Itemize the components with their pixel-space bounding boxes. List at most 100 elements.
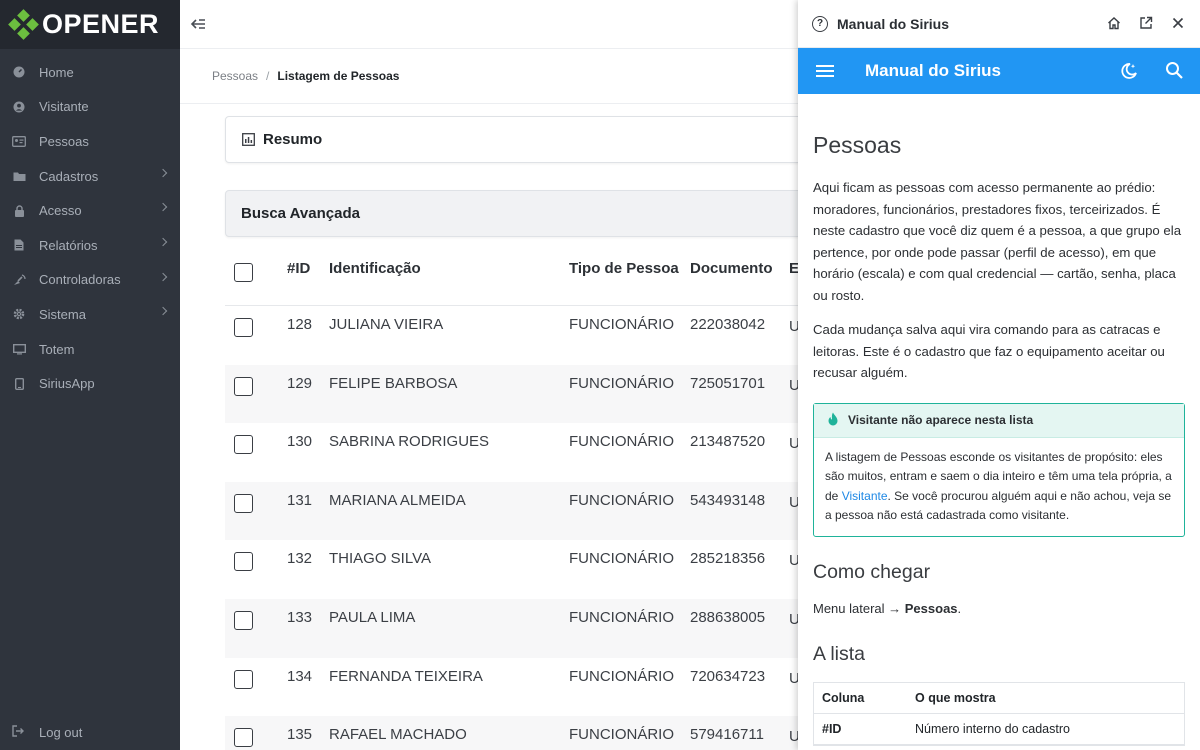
row-name: RAFAEL MACHADO bbox=[329, 726, 467, 744]
chevron-right-icon bbox=[158, 272, 168, 281]
como-chegar-prefix: Menu lateral → bbox=[813, 600, 905, 616]
row-id: 131 bbox=[287, 491, 313, 509]
admonition-body: A listagem de Pessoas esconde os visitan… bbox=[814, 438, 1184, 536]
table-row[interactable]: 131 MARIANA ALMEIDA FUNCIONÁRIO 54349314… bbox=[225, 481, 845, 541]
sidebar-item-acesso[interactable]: Acesso bbox=[0, 193, 180, 228]
row-id: 134 bbox=[287, 667, 313, 685]
row-checkbox[interactable] bbox=[234, 552, 253, 572]
row-name: JULIANA VIEIRA bbox=[329, 316, 444, 333]
flame-icon bbox=[827, 412, 839, 429]
row-id: 135 bbox=[287, 726, 313, 744]
row-tipo: FUNCIONÁRIO bbox=[569, 491, 674, 509]
table-row[interactable]: 130 SABRINA RODRIGUES FUNCIONÁRIO 213487… bbox=[225, 423, 845, 482]
doc-table-cell: #ID bbox=[822, 721, 842, 736]
satellite-icon bbox=[12, 274, 26, 286]
row-name: SABRINA RODRIGUES bbox=[329, 433, 490, 451]
row-documento: 543493148 bbox=[690, 491, 766, 509]
breadcrumb-parent[interactable]: Pessoas bbox=[212, 69, 258, 83]
sidebar-item-controladoras[interactable]: Controladoras bbox=[0, 263, 180, 298]
column-header-tipo[interactable]: Tipo de Pessoa bbox=[569, 258, 679, 280]
table-row[interactable]: 129 FELIPE BARBOSA FUNCIONÁRIO 725051701… bbox=[225, 364, 845, 424]
row-checkbox[interactable] bbox=[234, 435, 253, 455]
visitante-link[interactable]: Visitante bbox=[842, 489, 888, 503]
logout-label: Log out bbox=[39, 725, 83, 740]
sidebar-item-label: Controladoras bbox=[39, 272, 121, 288]
lock-icon bbox=[12, 204, 26, 217]
row-name: MARIANA ALMEIDA bbox=[329, 491, 466, 509]
row-checkbox[interactable] bbox=[234, 728, 253, 748]
row-id: 132 bbox=[287, 550, 313, 568]
folder-icon bbox=[12, 170, 26, 182]
chevron-right-icon bbox=[158, 168, 168, 178]
sidebar-item-siriusapp[interactable]: SiriusApp bbox=[0, 366, 180, 401]
sidebar-item-label: Sistema bbox=[39, 306, 86, 322]
breadcrumb-separator: / bbox=[266, 69, 270, 83]
row-documento: 725051701 bbox=[690, 374, 766, 392]
sidebar-item-pessoas[interactable]: Pessoas bbox=[0, 124, 180, 159]
row-documento: 285218356 bbox=[690, 550, 766, 568]
sidebar-item-totem[interactable]: Totem bbox=[0, 332, 180, 367]
logout-icon bbox=[12, 725, 26, 740]
select-all-checkbox[interactable] bbox=[234, 263, 253, 282]
close-icon[interactable] bbox=[1170, 15, 1186, 31]
open-external-icon[interactable] bbox=[1138, 15, 1154, 31]
gear-icon bbox=[12, 308, 26, 320]
sidebar-item-label: Relatórios bbox=[39, 237, 98, 253]
report-icon bbox=[12, 239, 26, 251]
table-row[interactable]: 133 PAULA LIMA FUNCIONÁRIO 288638005 U 1 bbox=[225, 598, 845, 658]
gauge-icon bbox=[12, 66, 26, 78]
row-checkbox[interactable] bbox=[234, 376, 253, 396]
doc-subheading-como-chegar: Como chegar bbox=[813, 560, 931, 583]
brand[interactable]: OPENER bbox=[0, 0, 180, 49]
home-icon[interactable] bbox=[1106, 15, 1122, 31]
doc-toolbar: Manual do Sirius bbox=[798, 48, 1200, 94]
row-checkbox[interactable] bbox=[234, 669, 253, 689]
doc-table-header-cell: Coluna bbox=[822, 690, 865, 705]
search-icon[interactable] bbox=[1165, 61, 1184, 86]
admonition-title: Visitante não aparece nesta lista bbox=[814, 403, 1184, 438]
table-row[interactable]: 135 RAFAEL MACHADO FUNCIONÁRIO 579416711… bbox=[225, 716, 845, 750]
sidebar-item-label: SiriusApp bbox=[39, 376, 95, 392]
column-header-id[interactable]: #ID bbox=[287, 258, 310, 280]
doc-table-header-cell: O que mostra bbox=[915, 690, 996, 705]
help-panel-actions bbox=[1106, 15, 1186, 31]
doc-table-header: Coluna O que mostra bbox=[814, 683, 1184, 714]
logout-link[interactable]: Log out bbox=[12, 725, 82, 740]
sidebar-item-relatorios[interactable]: Relatórios bbox=[0, 228, 180, 263]
row-checkbox[interactable] bbox=[234, 318, 253, 337]
row-name: THIAGO SILVA bbox=[329, 550, 431, 568]
sidebar-item-home[interactable]: Home bbox=[0, 55, 180, 90]
people-table: #ID Identificação Tipo de Pessoa Documen… bbox=[225, 250, 845, 750]
chart-icon bbox=[242, 133, 255, 146]
sidebar-item-label: Acesso bbox=[39, 203, 82, 219]
row-checkbox[interactable] bbox=[234, 493, 253, 513]
como-chegar-text: Menu lateral → Pessoas. bbox=[813, 601, 1185, 616]
doc-table-row: #ID Número interno do cadastro bbox=[814, 714, 1184, 745]
column-header-identificacao[interactable]: Identificação bbox=[329, 258, 421, 280]
table-row[interactable]: 132 THIAGO SILVA FUNCIONÁRIO 285218356 U… bbox=[225, 540, 845, 599]
table-row[interactable]: 128 JULIANA VIEIRA FUNCIONÁRIO 222038042… bbox=[225, 306, 845, 365]
dark-mode-icon[interactable] bbox=[1119, 61, 1139, 86]
collapse-sidebar-icon[interactable] bbox=[188, 14, 208, 34]
busca-avancada-card[interactable]: Busca Avançada bbox=[225, 190, 825, 237]
row-tipo: FUNCIONÁRIO bbox=[569, 667, 674, 685]
sidebar-item-sistema[interactable]: Sistema bbox=[0, 297, 180, 332]
row-id: 128 bbox=[287, 316, 313, 333]
sidebar-item-visitante[interactable]: Visitante bbox=[0, 90, 180, 125]
row-checkbox[interactable] bbox=[234, 610, 253, 630]
hamburger-menu-icon[interactable] bbox=[816, 62, 834, 80]
doc-content: Pessoas Aqui ficam as pessoas com acesso… bbox=[798, 94, 1200, 746]
sidebar-item-cadastros[interactable]: Cadastros bbox=[0, 159, 180, 194]
como-chegar-target: Pessoas bbox=[904, 600, 958, 616]
column-header-documento[interactable]: Documento bbox=[690, 258, 773, 280]
sidebar-nav: Home Visitante Pessoas Cadastros Acesso … bbox=[0, 49, 180, 401]
doc-title[interactable]: Manual do Sirius bbox=[865, 61, 1001, 81]
id-card-icon bbox=[12, 135, 26, 147]
user-circle-icon bbox=[12, 101, 26, 113]
table-row[interactable]: 134 FERNANDA TEIXEIRA FUNCIONÁRIO 720634… bbox=[225, 657, 845, 717]
busca-avancada-title: Busca Avançada bbox=[241, 205, 360, 222]
sidebar-item-label: Totem bbox=[39, 341, 75, 357]
row-id: 129 bbox=[287, 374, 313, 392]
row-documento: 213487520 bbox=[690, 433, 766, 451]
resumo-card[interactable]: Resumo bbox=[225, 116, 825, 163]
